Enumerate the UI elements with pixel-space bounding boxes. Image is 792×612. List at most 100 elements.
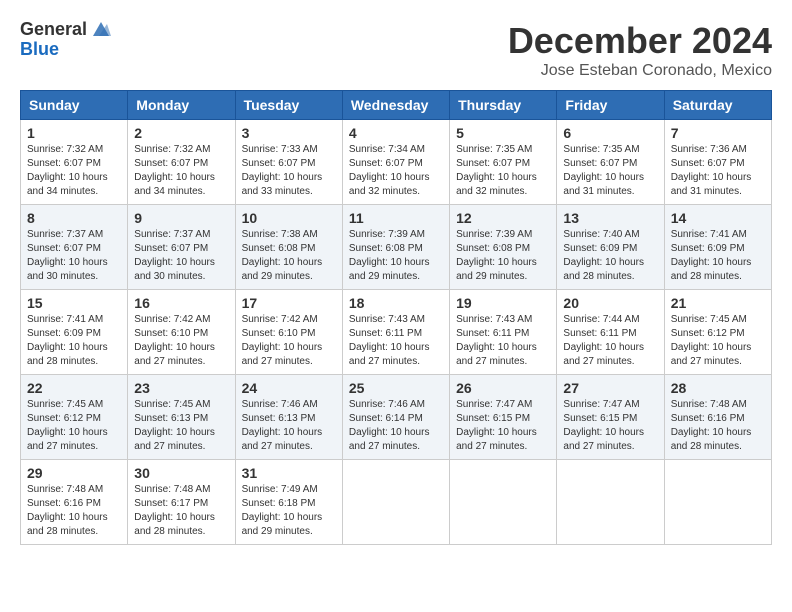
day-info: Sunrise: 7:44 AM Sunset: 6:11 PM Dayligh… [563, 313, 657, 369]
table-row: 14 Sunrise: 7:41 AM Sunset: 6:09 PM Dayli… [664, 205, 771, 290]
table-row: 12Sunrise: 7:39 AM Sunset: 6:08 PM Dayli… [450, 205, 557, 290]
table-row: 31Sunrise: 7:49 AM Sunset: 6:18 PM Dayli… [235, 460, 342, 545]
day-number: 30 [134, 465, 228, 481]
table-row: 6 Sunrise: 7:35 AM Sunset: 6:07 PM Daylig… [557, 120, 664, 205]
table-row: 25 Sunrise: 7:46 AM Sunset: 6:14 PM Dayli… [342, 375, 449, 460]
logo-blue: Blue [20, 40, 59, 60]
table-row: 4 Sunrise: 7:34 AM Sunset: 6:07 PM Daylig… [342, 120, 449, 205]
table-row: 11Sunrise: 7:39 AM Sunset: 6:08 PM Dayli… [342, 205, 449, 290]
day-info: Sunrise: 7:32 AM Sunset: 6:07 PM Dayligh… [134, 143, 228, 199]
day-info: Sunrise: 7:45 AM Sunset: 6:12 PM Dayligh… [671, 313, 765, 369]
logo: General Blue [20, 20, 111, 60]
day-number: 20 [563, 295, 657, 311]
day-number: 21 [671, 295, 765, 311]
table-row: 21 Sunrise: 7:45 AM Sunset: 6:12 PM Dayli… [664, 290, 771, 375]
calendar-week-row: 15Sunrise: 7:41 AM Sunset: 6:09 PM Dayli… [21, 290, 772, 375]
day-number: 2 [134, 125, 228, 141]
day-number: 4 [349, 125, 443, 141]
col-sunday: Sunday [21, 91, 128, 120]
day-info: Sunrise: 7:46 AM Sunset: 6:14 PM Dayligh… [349, 398, 443, 454]
table-row: 28 Sunrise: 7:48 AM Sunset: 6:16 PM Dayli… [664, 375, 771, 460]
calendar-header-row: Sunday Monday Tuesday Wednesday Thursday… [21, 91, 772, 120]
day-info: Sunrise: 7:35 AM Sunset: 6:07 PM Dayligh… [456, 143, 550, 199]
col-tuesday: Tuesday [235, 91, 342, 120]
day-info: Sunrise: 7:48 AM Sunset: 6:16 PM Dayligh… [671, 398, 765, 454]
logo-general: General [20, 20, 87, 40]
day-info: Sunrise: 7:45 AM Sunset: 6:13 PM Dayligh… [134, 398, 228, 454]
day-number: 10 [242, 210, 336, 226]
day-info: Sunrise: 7:48 AM Sunset: 6:17 PM Dayligh… [134, 483, 228, 539]
day-info: Sunrise: 7:42 AM Sunset: 6:10 PM Dayligh… [134, 313, 228, 369]
table-row: 2 Sunrise: 7:32 AM Sunset: 6:07 PM Daylig… [128, 120, 235, 205]
table-row: 24 Sunrise: 7:46 AM Sunset: 6:13 PM Dayli… [235, 375, 342, 460]
day-number: 28 [671, 380, 765, 396]
table-row: 30 Sunrise: 7:48 AM Sunset: 6:17 PM Dayli… [128, 460, 235, 545]
table-row: 10 Sunrise: 7:38 AM Sunset: 6:08 PM Dayli… [235, 205, 342, 290]
col-friday: Friday [557, 91, 664, 120]
day-number: 7 [671, 125, 765, 141]
table-row [664, 460, 771, 545]
day-info: Sunrise: 7:38 AM Sunset: 6:08 PM Dayligh… [242, 228, 336, 284]
day-info: Sunrise: 7:32 AM Sunset: 6:07 PM Dayligh… [27, 143, 121, 199]
day-info: Sunrise: 7:40 AM Sunset: 6:09 PM Dayligh… [563, 228, 657, 284]
table-row: 19Sunrise: 7:43 AM Sunset: 6:11 PM Dayli… [450, 290, 557, 375]
calendar-week-row: 29 Sunrise: 7:48 AM Sunset: 6:16 PM Dayli… [21, 460, 772, 545]
col-thursday: Thursday [450, 91, 557, 120]
day-info: Sunrise: 7:35 AM Sunset: 6:07 PM Dayligh… [563, 143, 657, 199]
day-info: Sunrise: 7:39 AM Sunset: 6:08 PM Dayligh… [349, 228, 443, 284]
table-row: 23 Sunrise: 7:45 AM Sunset: 6:13 PM Dayli… [128, 375, 235, 460]
day-number: 26 [456, 380, 550, 396]
day-info: Sunrise: 7:42 AM Sunset: 6:10 PM Dayligh… [242, 313, 336, 369]
day-number: 16 [134, 295, 228, 311]
day-info: Sunrise: 7:33 AM Sunset: 6:07 PM Dayligh… [242, 143, 336, 199]
table-row: 7 Sunrise: 7:36 AM Sunset: 6:07 PM Daylig… [664, 120, 771, 205]
table-row: 22 Sunrise: 7:45 AM Sunset: 6:12 PM Dayli… [21, 375, 128, 460]
day-number: 3 [242, 125, 336, 141]
table-row: 9 Sunrise: 7:37 AM Sunset: 6:07 PM Daylig… [128, 205, 235, 290]
calendar-week-row: 22 Sunrise: 7:45 AM Sunset: 6:12 PM Dayli… [21, 375, 772, 460]
day-number: 6 [563, 125, 657, 141]
day-number: 14 [671, 210, 765, 226]
table-row [342, 460, 449, 545]
day-info: Sunrise: 7:43 AM Sunset: 6:11 PM Dayligh… [456, 313, 550, 369]
day-info: Sunrise: 7:41 AM Sunset: 6:09 PM Dayligh… [671, 228, 765, 284]
day-number: 22 [27, 380, 121, 396]
table-row [557, 460, 664, 545]
table-row: 29 Sunrise: 7:48 AM Sunset: 6:16 PM Dayli… [21, 460, 128, 545]
day-number: 23 [134, 380, 228, 396]
page-header: General Blue December 2024 Jose Esteban … [20, 20, 772, 80]
day-number: 18 [349, 295, 443, 311]
day-info: Sunrise: 7:48 AM Sunset: 6:16 PM Dayligh… [27, 483, 121, 539]
day-info: Sunrise: 7:45 AM Sunset: 6:12 PM Dayligh… [27, 398, 121, 454]
day-info: Sunrise: 7:46 AM Sunset: 6:13 PM Dayligh… [242, 398, 336, 454]
col-saturday: Saturday [664, 91, 771, 120]
table-row: 20 Sunrise: 7:44 AM Sunset: 6:11 PM Dayli… [557, 290, 664, 375]
table-row: 27 Sunrise: 7:47 AM Sunset: 6:15 PM Dayli… [557, 375, 664, 460]
day-number: 27 [563, 380, 657, 396]
day-info: Sunrise: 7:34 AM Sunset: 6:07 PM Dayligh… [349, 143, 443, 199]
calendar-week-row: 8Sunrise: 7:37 AM Sunset: 6:07 PM Daylig… [21, 205, 772, 290]
day-info: Sunrise: 7:37 AM Sunset: 6:07 PM Dayligh… [134, 228, 228, 284]
day-number: 31 [242, 465, 336, 481]
table-row: 16 Sunrise: 7:42 AM Sunset: 6:10 PM Dayli… [128, 290, 235, 375]
table-row: 15Sunrise: 7:41 AM Sunset: 6:09 PM Dayli… [21, 290, 128, 375]
table-row: 3 Sunrise: 7:33 AM Sunset: 6:07 PM Daylig… [235, 120, 342, 205]
day-info: Sunrise: 7:36 AM Sunset: 6:07 PM Dayligh… [671, 143, 765, 199]
calendar-week-row: 1Sunrise: 7:32 AM Sunset: 6:07 PM Daylig… [21, 120, 772, 205]
calendar-table: Sunday Monday Tuesday Wednesday Thursday… [20, 90, 772, 545]
table-row: 17Sunrise: 7:42 AM Sunset: 6:10 PM Dayli… [235, 290, 342, 375]
col-monday: Monday [128, 91, 235, 120]
day-info: Sunrise: 7:47 AM Sunset: 6:15 PM Dayligh… [563, 398, 657, 454]
day-number: 24 [242, 380, 336, 396]
calendar-title: December 2024 [508, 20, 772, 62]
day-number: 5 [456, 125, 550, 141]
col-wednesday: Wednesday [342, 91, 449, 120]
day-number: 25 [349, 380, 443, 396]
table-row: 18Sunrise: 7:43 AM Sunset: 6:11 PM Dayli… [342, 290, 449, 375]
day-number: 9 [134, 210, 228, 226]
calendar-subtitle: Jose Esteban Coronado, Mexico [508, 62, 772, 80]
day-number: 29 [27, 465, 121, 481]
table-row: 8Sunrise: 7:37 AM Sunset: 6:07 PM Daylig… [21, 205, 128, 290]
day-info: Sunrise: 7:37 AM Sunset: 6:07 PM Dayligh… [27, 228, 121, 284]
day-number: 13 [563, 210, 657, 226]
